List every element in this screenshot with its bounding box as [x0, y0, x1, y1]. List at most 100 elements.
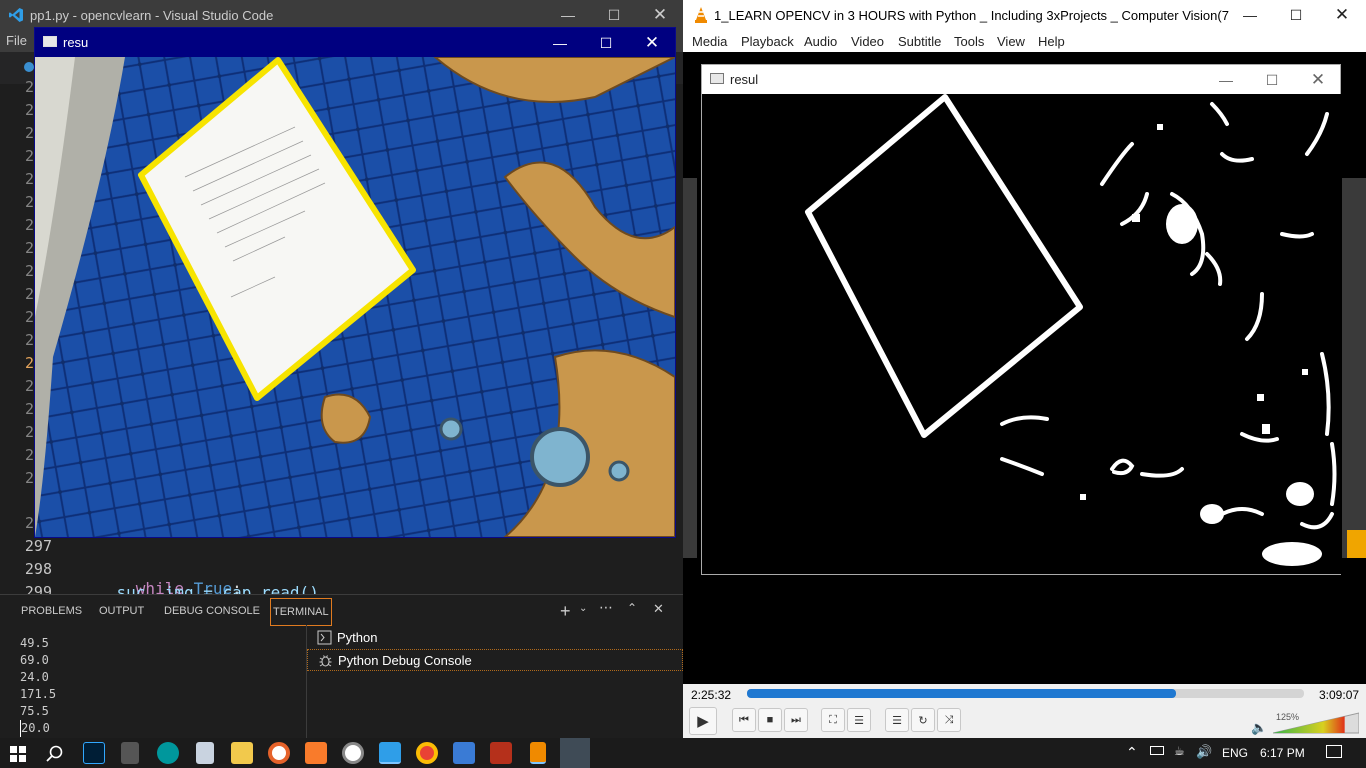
notepad-icon[interactable]: [196, 742, 214, 764]
terminal-instance-label: Python: [337, 630, 378, 645]
vlc-window-title: 1_LEARN OPENCV in 3 HOURS with Python _ …: [714, 8, 1229, 23]
edge-image: [702, 94, 1342, 574]
terminal-line: 75.5: [20, 704, 49, 718]
volume-icon[interactable]: 🔊: [1196, 744, 1212, 760]
language-indicator[interactable]: ENG: [1222, 746, 1248, 760]
new-terminal-icon[interactable]: +: [560, 601, 571, 622]
loop-button[interactable]: ↻: [911, 708, 935, 732]
line-number: 2: [24, 101, 34, 119]
maximize-button[interactable]: ☐: [591, 0, 637, 30]
file-explorer-icon[interactable]: [231, 742, 253, 764]
maximize-button[interactable]: ☐: [1249, 65, 1295, 95]
menu-audio[interactable]: Audio: [804, 34, 837, 49]
previous-button[interactable]: ⏮: [732, 708, 756, 732]
menu-media[interactable]: Media: [692, 34, 727, 49]
seek-bar-fill: [747, 689, 1176, 698]
menu-file[interactable]: File: [6, 33, 27, 48]
terminal-line: 24.0: [20, 670, 49, 684]
start-windows-icon[interactable]: [10, 746, 26, 762]
fullscreen-button[interactable]: ⛶: [821, 708, 845, 732]
close-button[interactable]: ✕: [1319, 0, 1365, 30]
video-side-strip: [1342, 178, 1366, 558]
python-opencv-taskbar-icon[interactable]: [560, 738, 590, 768]
app-icon[interactable]: [453, 742, 475, 764]
line-number: 2: [24, 423, 34, 441]
clock[interactable]: 6:17 PM: [1260, 746, 1305, 760]
terminal-line: 49.5: [20, 636, 49, 650]
close-panel-icon[interactable]: ✕: [653, 601, 664, 617]
menu-view[interactable]: View: [997, 34, 1025, 49]
vscode-logo-icon: [9, 8, 23, 22]
minimize-button[interactable]: —: [1203, 65, 1249, 95]
ornament-gem: [608, 460, 630, 482]
maximize-panel-icon[interactable]: ⌃: [627, 601, 637, 615]
maximize-button[interactable]: ☐: [583, 28, 629, 58]
more-actions-icon[interactable]: ⋯: [599, 599, 613, 616]
tab-output[interactable]: OUTPUT: [99, 605, 144, 617]
minimize-button[interactable]: —: [537, 28, 583, 58]
resu-window: resu — ☐ ✕: [34, 27, 676, 538]
line-number: 2: [24, 285, 34, 303]
terminal-output[interactable]: 49.5 69.0 24.0 171.5 75.5 20.0: [20, 635, 56, 737]
close-button[interactable]: ✕: [629, 28, 675, 58]
minimize-button[interactable]: —: [545, 0, 591, 30]
action-center-icon[interactable]: [1326, 745, 1342, 758]
tab-problems[interactable]: PROBLEMS: [21, 605, 82, 617]
terminal-instance-debug-console[interactable]: Python Debug Console: [307, 649, 683, 671]
line-number: 2: [24, 147, 34, 165]
arduino-icon[interactable]: [157, 742, 179, 764]
xampp-icon[interactable]: [305, 742, 327, 764]
terminal-line: 171.5: [20, 687, 57, 701]
line-number-current: 2: [24, 354, 34, 372]
menu-subtitle[interactable]: Subtitle: [898, 34, 941, 49]
playlist-button[interactable]: ☰: [885, 708, 909, 732]
stop-button[interactable]: ■: [758, 708, 782, 732]
vlc-taskbar-icon[interactable]: [530, 742, 546, 764]
search-icon[interactable]: [46, 745, 63, 762]
menu-video[interactable]: Video: [851, 34, 884, 49]
speaker-icon[interactable]: 🔈: [1251, 720, 1267, 736]
vscode-taskbar-icon[interactable]: [379, 742, 401, 764]
resul-window-title: resul: [730, 72, 759, 87]
photoshop-icon[interactable]: [83, 742, 105, 764]
minimize-button[interactable]: —: [1227, 0, 1273, 30]
close-button[interactable]: ✕: [637, 0, 683, 30]
terminal-instance-python[interactable]: Python: [307, 627, 683, 649]
line-number: 2: [24, 446, 34, 464]
close-button[interactable]: ✕: [1295, 65, 1341, 95]
tab-debug-console[interactable]: DEBUG CONSOLE: [164, 605, 260, 617]
calculator-icon[interactable]: [121, 742, 139, 764]
vscode-window-title: pp1.py - opencvlearn - Visual Studio Cod…: [30, 8, 274, 23]
battery-icon[interactable]: [1150, 746, 1164, 755]
extended-settings-button[interactable]: ☰: [847, 708, 871, 732]
winrar-icon[interactable]: [490, 742, 512, 764]
canny-edges: [805, 94, 1337, 566]
wifi-icon[interactable]: ☕: [1174, 744, 1185, 758]
camera-image: [35, 57, 675, 537]
browser-icon[interactable]: [268, 742, 290, 764]
menu-tools[interactable]: Tools: [954, 34, 984, 49]
terminal-instances-list: Python Python Debug Console: [306, 625, 683, 739]
vlc-controls: ▶ ⏮ ■ ⏭ ⛶ ☰ ☰ ↻ ⤨ 🔈 125%: [683, 706, 1366, 738]
play-button[interactable]: ▶: [689, 707, 717, 735]
line-number: 2: [24, 78, 34, 96]
tab-terminal[interactable]: TERMINAL: [270, 598, 332, 626]
menu-playback[interactable]: Playback: [741, 34, 794, 49]
show-hidden-icons-chevron-up-icon[interactable]: ⌃: [1126, 744, 1138, 761]
line-number: 2: [24, 514, 34, 532]
next-button[interactable]: ⏭: [784, 708, 808, 732]
chevron-down-icon[interactable]: ⌄: [579, 603, 587, 614]
shuffle-button[interactable]: ⤨: [937, 708, 961, 732]
volume-slider[interactable]: [1273, 711, 1359, 735]
menu-help[interactable]: Help: [1038, 34, 1065, 49]
chrome-icon[interactable]: [416, 742, 438, 764]
line-number: 2: [24, 216, 34, 234]
maximize-button[interactable]: ☐: [1273, 0, 1319, 30]
noise-edges: [1000, 102, 1337, 530]
ornament-gem: [439, 417, 463, 441]
line-number: 2: [24, 331, 34, 349]
seek-bar[interactable]: [747, 689, 1304, 698]
vlc-seekbar-row: 2:25:32 3:09:07: [683, 684, 1366, 706]
media-player-icon[interactable]: [342, 742, 364, 764]
line-number: 2: [24, 239, 34, 257]
